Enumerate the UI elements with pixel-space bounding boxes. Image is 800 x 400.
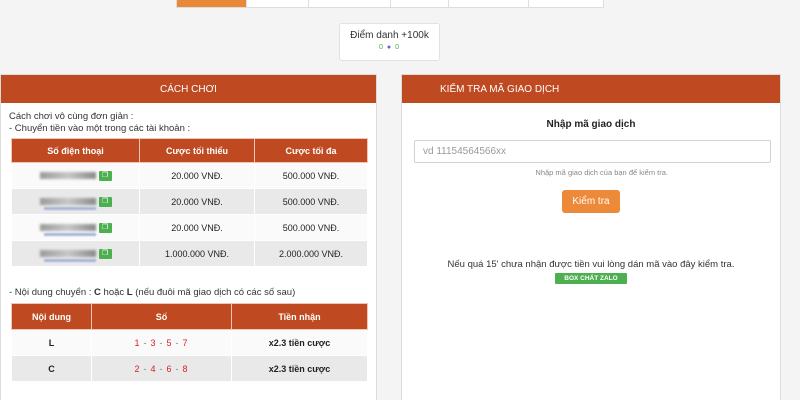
panel-title: KIỂM TRA MÃ GIAO DỊCH — [402, 75, 780, 103]
rule-numbers: 2-4-6-8 — [91, 355, 232, 382]
col-numbers: Số — [91, 303, 232, 330]
tab-4[interactable] — [391, 0, 449, 7]
tab-1[interactable] — [177, 0, 247, 7]
rule-code: C — [11, 355, 92, 382]
check-transaction-panel: KIỂM TRA MÃ GIAO DỊCH Nhập mã giao dịch … — [401, 74, 781, 400]
rule-reward: x2.3 tiền cược — [231, 329, 368, 356]
transaction-code-input[interactable] — [414, 140, 771, 163]
tab-5[interactable] — [449, 0, 529, 7]
min-bet: 20.000 VNĐ. — [139, 162, 255, 189]
max-bet: 500.000 VNĐ. — [254, 214, 368, 241]
panel-title: CÁCH CHƠI — [1, 75, 376, 103]
max-bet: 500.000 VNĐ. — [254, 162, 368, 189]
min-bet: 20.000 VNĐ. — [139, 214, 255, 241]
form-title: Nhập mã giao dịch — [546, 119, 636, 130]
copy-icon[interactable]: ❐ — [98, 222, 112, 233]
table-row: ❐ 1.000.000 VNĐ. 2.000.000 VNĐ. — [11, 240, 368, 267]
how-to-play-panel: CÁCH CHƠI Cách chơi vô cùng đơn giản : -… — [0, 74, 377, 400]
checkin-box[interactable]: Điểm danh +100k 0 ● 0 — [339, 23, 440, 61]
rule-code: L — [11, 329, 92, 356]
table-row: ❐ 20.000 VNĐ. 500.000 VNĐ. — [11, 188, 368, 215]
checkin-stats: 0 ● 0 — [379, 44, 400, 51]
table-row: C 2-4-6-8 x2.3 tiền cược — [11, 355, 368, 382]
checkin-label: Điểm danh +100k — [350, 30, 429, 41]
tab-3[interactable] — [309, 0, 391, 7]
note-text: Nếu quá 15' chưa nhận được tiền vui lòng… — [447, 259, 735, 270]
input-help: Nhập mã giao dịch của bạn để kiểm tra. — [535, 168, 668, 177]
tab-2[interactable] — [247, 0, 309, 7]
account-number: ❐ — [39, 194, 112, 210]
account-number: ❐ — [39, 220, 112, 236]
max-bet: 2.000.000 VNĐ. — [254, 240, 368, 267]
checkin-icon: ● — [386, 44, 393, 51]
col-reward: Tiền nhận — [231, 303, 368, 330]
table-row: L 1-3-5-7 x2.3 tiền cược — [11, 329, 368, 356]
intro-text-2: - Chuyển tiền vào một trong các tài khoả… — [9, 123, 191, 134]
tab-6[interactable] — [529, 0, 603, 7]
rule-reward: x2.3 tiền cược — [231, 355, 368, 382]
account-number: ❐ — [39, 246, 112, 262]
copy-icon[interactable]: ❐ — [98, 248, 112, 259]
table-row: ❐ 20.000 VNĐ. 500.000 VNĐ. — [11, 162, 368, 189]
col-content: Nội dung — [11, 303, 92, 330]
col-phone: Số điện thoại — [11, 138, 140, 163]
content-instruction: - Nội dung chuyển : C hoặc L (nếu đuôi m… — [9, 287, 296, 298]
min-bet: 1.000.000 VNĐ. — [139, 240, 255, 267]
copy-icon[interactable]: ❐ — [98, 170, 112, 181]
col-min: Cược tối thiểu — [139, 138, 255, 163]
intro-text: Cách chơi vô cùng đơn giản : — [9, 111, 134, 122]
check-button[interactable]: Kiểm tra — [562, 190, 620, 213]
max-bet: 500.000 VNĐ. — [254, 188, 368, 215]
accounts-table: Số điện thoại Cược tối thiểu Cược tối đa… — [11, 138, 368, 267]
copy-icon[interactable]: ❐ — [98, 196, 112, 207]
top-tab-bar — [176, 0, 604, 8]
min-bet: 20.000 VNĐ. — [139, 188, 255, 215]
rules-table: Nội dung Số Tiền nhận L 1-3-5-7 x2.3 tiề… — [11, 303, 368, 382]
account-number: ❐ — [39, 168, 112, 184]
zalo-chat-button[interactable]: BOX CHÁT ZALO — [555, 273, 627, 284]
table-row: ❐ 20.000 VNĐ. 500.000 VNĐ. — [11, 214, 368, 241]
rule-numbers: 1-3-5-7 — [91, 329, 232, 356]
col-max: Cược tối đa — [254, 138, 368, 163]
